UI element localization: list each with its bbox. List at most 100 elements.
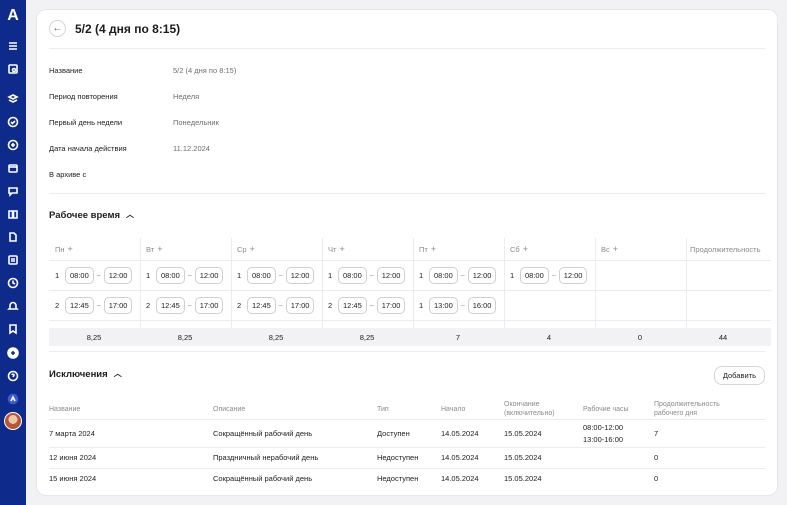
menu-icon[interactable]	[6, 39, 20, 53]
time-start-input[interactable]: 08:00	[429, 266, 458, 284]
col-header-work-hours: Рабочие часы	[583, 406, 629, 413]
info-value-name: 5/2 (4 дня по 8:15)	[173, 66, 237, 75]
plus-icon[interactable]: +	[68, 244, 73, 254]
duration-header: Продолжительность	[690, 244, 761, 254]
time-end-input[interactable]: 17:00	[285, 296, 315, 314]
time-start-input[interactable]: 12:45	[156, 296, 185, 314]
plus-icon[interactable]: +	[250, 244, 255, 254]
plus-icon[interactable]: +	[523, 244, 528, 254]
avatar[interactable]	[4, 412, 22, 430]
plus-icon[interactable]: +	[613, 244, 618, 254]
total-mon: 8,25	[86, 333, 102, 342]
time-start-input[interactable]: 08:00	[338, 266, 367, 284]
check-circle-icon[interactable]	[6, 115, 20, 129]
work-time-section-toggle[interactable]: Рабочее время ︿	[49, 210, 134, 221]
time-end-input[interactable]: 12:00	[103, 266, 133, 284]
slot-index: 1	[146, 270, 151, 280]
total-sat: 4	[546, 333, 552, 342]
time-end-input[interactable]: 17:00	[103, 296, 133, 314]
exception-duration: 7	[654, 429, 659, 438]
day-header-sat[interactable]: Сб +	[510, 238, 528, 260]
chevron-up-icon: ︿	[126, 210, 135, 219]
time-start-input[interactable]: 12:45	[338, 296, 367, 314]
document-icon[interactable]	[6, 230, 20, 244]
back-button[interactable]: ←	[49, 20, 66, 37]
time-start-input[interactable]: 13:00	[429, 296, 458, 314]
divider	[49, 48, 765, 49]
time-end-input[interactable]: 12:00	[376, 266, 406, 284]
time-end-input[interactable]: 17:00	[376, 296, 406, 314]
clock-icon[interactable]	[6, 276, 20, 290]
time-start-input[interactable]: 08:00	[520, 266, 549, 284]
time-start-input[interactable]: 08:00	[247, 266, 276, 284]
col-divider	[231, 238, 232, 328]
plus-circle-icon[interactable]	[6, 138, 20, 152]
plus-icon[interactable]: +	[339, 244, 344, 254]
exception-duration: 0	[654, 474, 659, 483]
slot-fri-2: 1 13:00–16:00	[419, 290, 497, 320]
col-divider	[140, 238, 141, 328]
time-start-input[interactable]: 08:00	[65, 266, 94, 284]
exception-description: Праздничный нерабочий день	[213, 453, 319, 462]
add-circle-icon[interactable]	[6, 346, 20, 360]
time-start-input[interactable]: 12:45	[247, 296, 276, 314]
slot-index: 2	[55, 300, 60, 310]
exception-name[interactable]: 12 июня 2024	[49, 452, 96, 463]
bookmark-icon[interactable]	[6, 322, 20, 336]
col-divider	[322, 238, 323, 328]
company-icon[interactable]	[6, 392, 20, 406]
col-header-start: Начало	[441, 406, 466, 413]
add-exception-button[interactable]: Добавить	[713, 366, 765, 385]
row-divider	[49, 447, 765, 448]
slot-fri-1: 1 08:00–12:00	[419, 260, 497, 290]
day-label: Сб	[510, 244, 520, 254]
day-label: Пт	[419, 244, 428, 254]
exceptions-section-toggle[interactable]: Исключения ︿	[49, 369, 122, 380]
exception-end: 15.05.2024	[504, 474, 542, 483]
time-end-input[interactable]: 12:00	[467, 266, 497, 284]
info-value-first-day: Понедельник	[173, 118, 219, 127]
info-label-name: Название	[49, 66, 83, 75]
slot-sat-1: 1 08:00–12:00	[510, 260, 588, 290]
book-icon[interactable]	[6, 207, 20, 221]
slot-index: 1	[237, 270, 242, 280]
day-header-tue[interactable]: Вт +	[146, 238, 162, 260]
plus-icon[interactable]: +	[431, 244, 436, 254]
list-icon[interactable]	[6, 253, 20, 267]
divider	[49, 351, 765, 352]
time-end-input[interactable]: 16:00	[467, 296, 497, 314]
page-title: 5/2 (4 дня по 8:15)	[75, 22, 181, 36]
col-divider	[413, 238, 414, 328]
plus-icon[interactable]: +	[157, 244, 162, 254]
app-logo[interactable]: A	[5, 7, 21, 24]
time-start-input[interactable]: 12:45	[65, 296, 94, 314]
info-label-start-date: Дата начала действия	[49, 144, 127, 153]
col-header-name: Название	[49, 406, 81, 413]
time-end-input[interactable]: 12:00	[194, 266, 224, 284]
search-doc-icon[interactable]	[6, 62, 20, 76]
col-header-description: Описание	[213, 406, 246, 413]
layers-icon[interactable]	[6, 92, 20, 106]
help-icon[interactable]	[6, 369, 20, 383]
col-header-type: Тип	[377, 406, 389, 413]
exception-name[interactable]: 15 июня 2024	[49, 473, 96, 484]
chat-icon[interactable]	[6, 184, 20, 198]
day-header-fri[interactable]: Пт +	[419, 238, 436, 260]
time-end-input[interactable]: 12:00	[558, 266, 588, 284]
slot-index: 2	[237, 300, 242, 310]
exception-description: Сокращённый рабочий день	[213, 474, 313, 483]
day-label: Чт	[328, 244, 337, 254]
slot-index: 2	[146, 300, 151, 310]
day-header-sun[interactable]: Вс +	[601, 238, 618, 260]
bell-icon[interactable]	[6, 299, 20, 313]
time-start-input[interactable]: 08:00	[156, 266, 185, 284]
exception-name[interactable]: 7 марта 2024	[49, 428, 95, 439]
row-divider	[49, 419, 765, 420]
time-end-input[interactable]: 12:00	[285, 266, 315, 284]
day-header-thu[interactable]: Чт +	[328, 238, 345, 260]
day-header-wed[interactable]: Ср +	[237, 238, 255, 260]
info-value-start-date: 11.12.2024	[173, 144, 210, 153]
time-end-input[interactable]: 17:00	[194, 296, 224, 314]
calendar-icon[interactable]	[6, 161, 20, 175]
day-header-mon[interactable]: Пн +	[55, 238, 73, 260]
